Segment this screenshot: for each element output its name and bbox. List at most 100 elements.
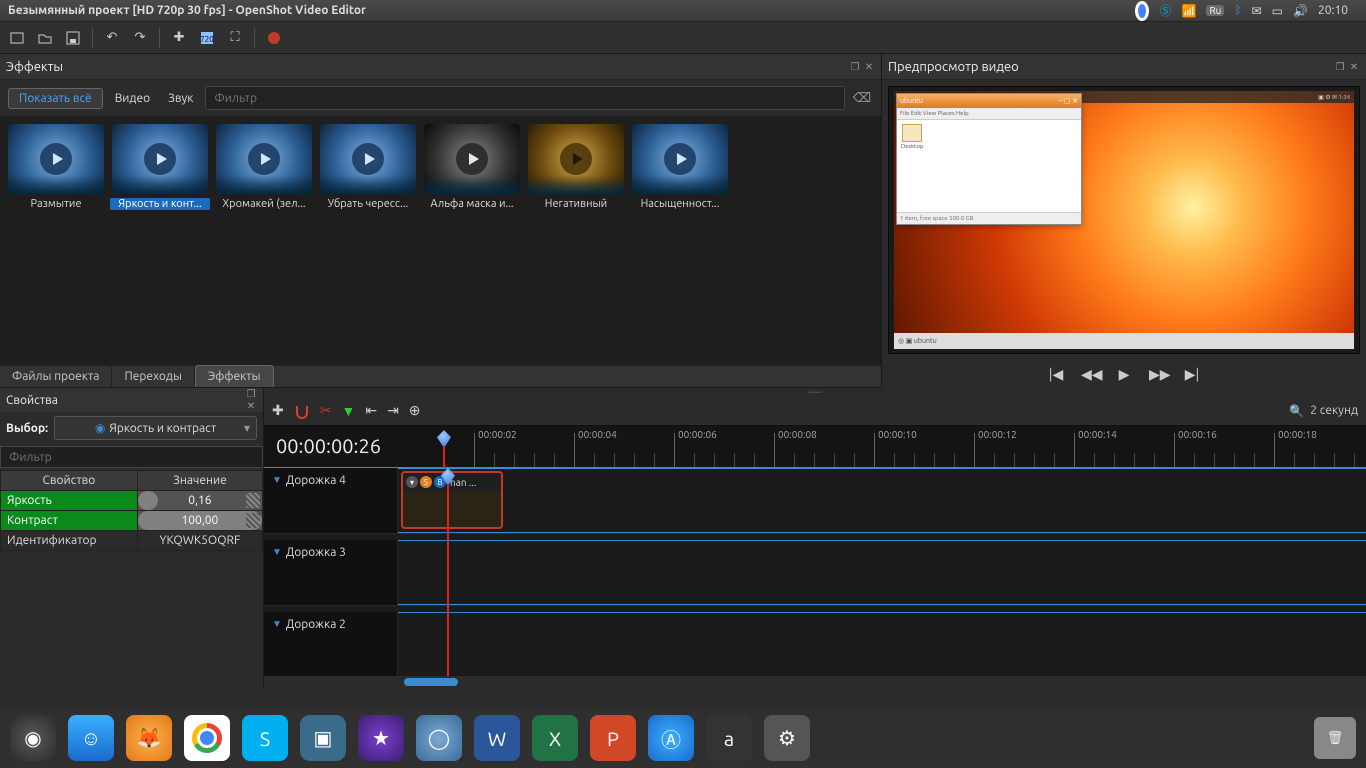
dock-thunderbird-icon[interactable]: ◯ [416, 715, 462, 761]
save-project-button[interactable] [62, 27, 84, 49]
effect-item[interactable]: Убрать чересс... [318, 124, 418, 210]
timeline-tracks: ▼Дорожка 4▾SBhan ...▼Дорожка 3 ▼Дорожка 2 [264, 468, 1366, 676]
panel-undock-icon[interactable]: ❐ [1334, 61, 1346, 73]
dock-firefox-icon[interactable]: 🦊 [126, 715, 172, 761]
marker-button[interactable]: ▼ [341, 403, 355, 419]
battery-icon[interactable]: ▭ [1272, 4, 1283, 18]
filter-video-button[interactable]: Видео [109, 89, 156, 108]
timeline-toolbar: ✚ ✂ ▼ ⇤ ⇥ ⊕ 🔍 2 секунд [264, 396, 1366, 426]
volume-icon[interactable]: 🔊 [1293, 4, 1308, 18]
timeline-horizontal-scrollbar[interactable] [264, 676, 1366, 688]
play-button[interactable]: ▶ [1115, 366, 1133, 383]
effect-label: Размытие [6, 198, 106, 210]
effect-label: Негативный [526, 198, 626, 210]
dock-amazon-icon[interactable]: a [706, 715, 752, 761]
redo-button[interactable]: ↷ [129, 27, 151, 49]
clock[interactable]: 20:10 [1318, 4, 1348, 17]
dock-settings-icon[interactable]: ⚙ [764, 715, 810, 761]
window-title: Безымянный проект [HD 720p 30 fps] - Ope… [8, 4, 366, 17]
system-tray: Ⓢ 📶 Ru ᛒ ✉ ▭ 🔊 20:10 [1135, 2, 1358, 19]
panel-undock-icon[interactable]: ❐ [245, 388, 257, 400]
effects-panel-title: Эффекты [6, 60, 63, 74]
track-lane[interactable]: ▾SBhan ... [398, 468, 1366, 533]
selection-dropdown[interactable]: ◉Яркость и контраст [54, 416, 257, 440]
property-row[interactable]: Контраст100,00 [1, 511, 263, 531]
project-tabs: Файлы проекта Переходы Эффекты [0, 365, 881, 388]
rewind-button[interactable]: ◀◀ [1081, 366, 1099, 383]
filter-show-all-button[interactable]: Показать всё [8, 88, 103, 109]
dock-skype-icon[interactable]: S [242, 715, 288, 761]
properties-panel-title: Свойства [6, 394, 58, 407]
wifi-icon[interactable]: 📶 [1182, 4, 1197, 18]
tab-transitions[interactable]: Переходы [112, 366, 194, 387]
tab-effects[interactable]: Эффекты [195, 365, 274, 387]
dock-trash-icon[interactable]: 🗑 [1314, 717, 1356, 759]
filter-audio-button[interactable]: Звук [162, 89, 199, 108]
system-menubar: Безымянный проект [HD 720p 30 fps] - Ope… [0, 0, 1366, 22]
prev-marker-button[interactable]: ⇤ [365, 402, 377, 419]
dock-imovie-icon[interactable]: ★ [358, 715, 404, 761]
new-project-button[interactable] [6, 27, 28, 49]
dock-photos-icon[interactable]: ▣ [300, 715, 346, 761]
timeline-ruler[interactable]: 00:00:00:26 00:00:0200:00:0400:00:0600:0… [264, 426, 1366, 468]
preview-viewport[interactable]: Applications Places System▣ ⚙ ✉ 1:34 ubu… [888, 86, 1360, 354]
profile-button[interactable]: 720 [196, 27, 218, 49]
track-header[interactable]: ▼Дорожка 2 [264, 612, 398, 676]
open-project-button[interactable] [34, 27, 56, 49]
panel-grip[interactable]: ┅┅┅ [264, 388, 1366, 396]
center-playhead-button[interactable]: ⊕ [409, 402, 421, 419]
fullscreen-button[interactable]: ⛶ [224, 27, 246, 49]
timeline-clip[interactable]: ▾SBhan ... [401, 471, 503, 529]
razor-button[interactable]: ✂ [320, 402, 332, 419]
dock-word-icon[interactable]: W [474, 715, 520, 761]
panel-undock-icon[interactable]: ❐ [849, 61, 861, 73]
snap-button[interactable] [294, 403, 310, 419]
properties-filter-input[interactable] [0, 446, 263, 468]
dock-finder-icon[interactable]: ☺ [68, 715, 114, 761]
chrome-tray-icon[interactable] [1135, 4, 1149, 18]
effects-filter-input[interactable] [205, 86, 845, 110]
skype-tray-icon[interactable]: Ⓢ [1159, 2, 1171, 19]
app-toolbar: ↶ ↷ ✚ 720 ⛶ [0, 22, 1366, 54]
timecode-display: 00:00:00:26 [276, 434, 381, 457]
fast-forward-button[interactable]: ▶▶ [1149, 366, 1167, 383]
track-header[interactable]: ▼Дорожка 3 [264, 540, 398, 605]
export-button[interactable] [263, 27, 285, 49]
effect-label: Альфа маска и... [422, 198, 522, 210]
clear-filter-icon[interactable]: ⌫ [851, 87, 873, 109]
panel-close-icon[interactable]: ✕ [245, 400, 257, 412]
undo-button[interactable]: ↶ [101, 27, 123, 49]
panel-close-icon[interactable]: ✕ [1348, 61, 1360, 73]
dock-appstore-icon[interactable]: Ⓐ [648, 715, 694, 761]
col-value: Значение [137, 471, 262, 491]
col-property: Свойство [1, 471, 138, 491]
import-files-button[interactable]: ✚ [168, 27, 190, 49]
effect-item[interactable]: Хромакей (зел... [214, 124, 314, 210]
keyboard-layout-indicator[interactable]: Ru [1206, 5, 1224, 16]
zoom-out-icon[interactable]: 🔍 [1289, 404, 1304, 418]
effect-item[interactable]: Негативный [526, 124, 626, 210]
effect-item[interactable]: Яркость и конт... [110, 124, 210, 210]
tab-project-files[interactable]: Файлы проекта [0, 366, 112, 387]
jump-end-button[interactable]: ▶| [1183, 366, 1201, 383]
add-track-button[interactable]: ✚ [272, 402, 284, 419]
track-header[interactable]: ▼Дорожка 4 [264, 468, 398, 533]
dock-ubuntu-icon[interactable]: ◉ [10, 715, 56, 761]
effect-label: Хромакей (зел... [214, 198, 314, 210]
jump-start-button[interactable]: |◀ [1047, 366, 1065, 383]
dock-excel-icon[interactable]: X [532, 715, 578, 761]
effect-label: Насыщенност... [630, 198, 730, 210]
panel-close-icon[interactable]: ✕ [863, 61, 875, 73]
property-row[interactable]: Яркость0,16 [1, 491, 263, 511]
dock-chrome-icon[interactable] [184, 715, 230, 761]
effect-item[interactable]: Насыщенност... [630, 124, 730, 210]
dock-powerpoint-icon[interactable]: P [590, 715, 636, 761]
bluetooth-icon[interactable]: ᛒ [1234, 4, 1241, 17]
track-lane[interactable] [398, 612, 1366, 676]
property-row[interactable]: ИдентификаторYKQWK5OQRF [1, 531, 263, 551]
effect-item[interactable]: Размытие [6, 124, 106, 210]
effect-item[interactable]: Альфа маска и... [422, 124, 522, 210]
next-marker-button[interactable]: ⇥ [387, 402, 399, 419]
mail-icon[interactable]: ✉ [1252, 4, 1262, 18]
track-lane[interactable] [398, 540, 1366, 605]
